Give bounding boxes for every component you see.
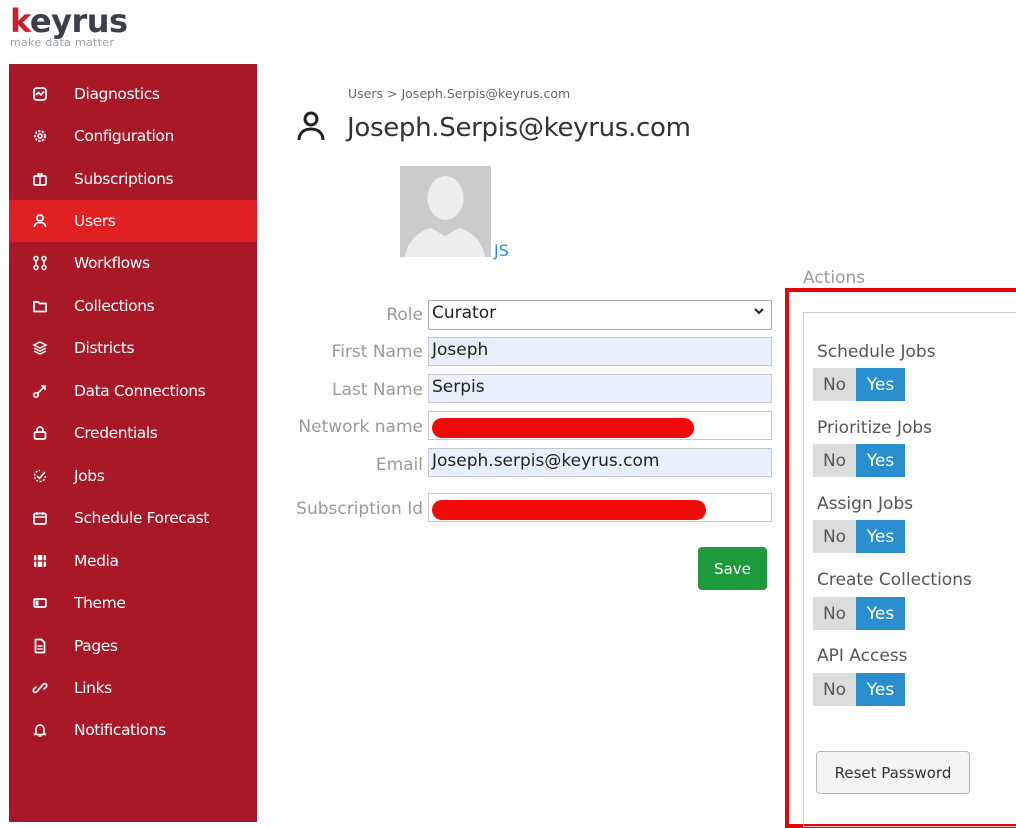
sidebar-item-label: Districts: [74, 339, 135, 357]
subscriptions-icon: [31, 170, 49, 188]
sidebar-item-pages[interactable]: Pages: [9, 625, 257, 667]
sidebar-item-label: Notifications: [74, 721, 166, 739]
role-select-value: Curator: [432, 303, 497, 323]
gear-icon: [31, 127, 49, 145]
actions-heading: Actions: [803, 268, 866, 288]
link-arrow-icon: [31, 382, 49, 400]
create-collections-label: Create Collections: [817, 570, 972, 590]
sidebar-item-schedule-forecast[interactable]: Schedule Forecast: [9, 497, 257, 539]
sidebar-item-subscriptions[interactable]: Subscriptions: [9, 158, 257, 200]
sidebar-item-jobs[interactable]: Jobs: [9, 455, 257, 497]
role-label: Role: [386, 305, 423, 325]
chevron-down-icon: [753, 304, 765, 322]
sidebar-item-links[interactable]: Links: [9, 667, 257, 709]
chain-link-icon: [31, 679, 49, 697]
logo-wordmark: keyrus: [10, 2, 128, 40]
assign-jobs-toggle[interactable]: No Yes: [813, 520, 905, 553]
user-icon: [31, 212, 49, 230]
first-name-label: First Name: [331, 342, 423, 362]
film-icon: [31, 552, 49, 570]
breadcrumb: Users > Joseph.Serpis@keyrus.com: [348, 86, 570, 101]
last-name-field[interactable]: Serpis: [428, 374, 772, 403]
assign-jobs-label: Assign Jobs: [817, 494, 914, 514]
schedule-jobs-toggle[interactable]: No Yes: [813, 368, 905, 401]
toggle-no-option[interactable]: No: [813, 673, 856, 706]
calendar-icon: [31, 509, 49, 527]
schedule-jobs-label: Schedule Jobs: [817, 342, 936, 362]
sidebar-item-districts[interactable]: Districts: [9, 327, 257, 369]
diagnostics-icon: [31, 85, 49, 103]
check-circle-icon: [31, 467, 49, 485]
avatar[interactable]: [400, 166, 491, 257]
sidebar-item-notifications[interactable]: Notifications: [9, 709, 257, 751]
breadcrumb-current: Joseph.Serpis@keyrus.com: [401, 86, 571, 101]
prioritize-jobs-toggle[interactable]: No Yes: [813, 444, 905, 477]
sidebar-item-label: Jobs: [74, 467, 105, 485]
toggle-yes-option[interactable]: Yes: [856, 673, 905, 706]
toggle-no-option[interactable]: No: [813, 597, 856, 630]
keyrus-logo: keyrus make data matter: [10, 2, 128, 49]
toggle-yes-option[interactable]: Yes: [856, 597, 905, 630]
toggle-yes-option[interactable]: Yes: [856, 520, 905, 553]
sidebar-item-label: Subscriptions: [74, 170, 174, 188]
toggle-yes-option[interactable]: Yes: [856, 444, 905, 477]
sidebar-item-label: Workflows: [74, 254, 150, 272]
redaction-mark: [432, 500, 706, 520]
breadcrumb-separator: >: [387, 86, 398, 101]
sidebar-item-media[interactable]: Media: [9, 540, 257, 582]
layers-icon: [31, 339, 49, 357]
sidebar: Diagnostics Configuration Subscriptions …: [9, 64, 257, 822]
sidebar-item-configuration[interactable]: Configuration: [9, 115, 257, 157]
sidebar-item-credentials[interactable]: Credentials: [9, 412, 257, 454]
sidebar-item-collections[interactable]: Collections: [9, 285, 257, 327]
sidebar-item-label: Pages: [74, 637, 118, 655]
sidebar-item-data-connections[interactable]: Data Connections: [9, 370, 257, 412]
toggle-no-option[interactable]: No: [813, 520, 856, 553]
avatar-placeholder-icon: [400, 166, 491, 257]
reset-password-button[interactable]: Reset Password: [816, 751, 970, 794]
sidebar-item-workflows[interactable]: Workflows: [9, 242, 257, 284]
subscription-id-label: Subscription Id: [296, 499, 423, 519]
avatar-initials: JS: [494, 241, 509, 260]
workflow-icon: [31, 254, 49, 272]
sidebar-item-label: Collections: [74, 297, 155, 315]
toggle-no-option[interactable]: No: [813, 444, 856, 477]
toggle-yes-option[interactable]: Yes: [856, 368, 905, 401]
sidebar-item-theme[interactable]: Theme: [9, 582, 257, 624]
folder-icon: [31, 297, 49, 315]
toggle-no-option[interactable]: No: [813, 368, 856, 401]
sidebar-item-label: Credentials: [74, 424, 158, 442]
email-label: Email: [375, 455, 423, 475]
page-icon: [31, 637, 49, 655]
role-select[interactable]: Curator: [428, 300, 772, 330]
api-access-toggle[interactable]: No Yes: [813, 673, 905, 706]
api-access-label: API Access: [817, 646, 908, 666]
bell-icon: [31, 721, 49, 739]
sidebar-item-label: Data Connections: [74, 382, 206, 400]
sidebar-item-label: Configuration: [74, 127, 174, 145]
lock-icon: [31, 424, 49, 442]
redaction-mark: [432, 418, 694, 438]
theme-icon: [31, 594, 49, 612]
sidebar-item-users[interactable]: Users: [9, 200, 257, 242]
create-collections-toggle[interactable]: No Yes: [813, 597, 905, 630]
breadcrumb-users-link[interactable]: Users: [348, 86, 383, 101]
save-button[interactable]: Save: [698, 547, 767, 590]
logo-tagline: make data matter: [10, 36, 115, 49]
sidebar-item-label: Users: [74, 212, 116, 230]
page-title: Joseph.Serpis@keyrus.com: [347, 113, 691, 143]
sidebar-item-label: Links: [74, 679, 112, 697]
first-name-field[interactable]: Joseph: [428, 337, 772, 366]
sidebar-item-label: Theme: [74, 594, 126, 612]
sidebar-item-diagnostics[interactable]: Diagnostics: [9, 73, 257, 115]
user-icon: [296, 110, 326, 144]
last-name-label: Last Name: [332, 380, 423, 400]
network-name-label: Network name: [298, 417, 423, 437]
sidebar-item-label: Schedule Forecast: [74, 509, 209, 527]
email-field[interactable]: Joseph.serpis@keyrus.com: [428, 448, 772, 477]
sidebar-item-label: Diagnostics: [74, 85, 160, 103]
sidebar-item-label: Media: [74, 552, 119, 570]
prioritize-jobs-label: Prioritize Jobs: [817, 418, 933, 438]
